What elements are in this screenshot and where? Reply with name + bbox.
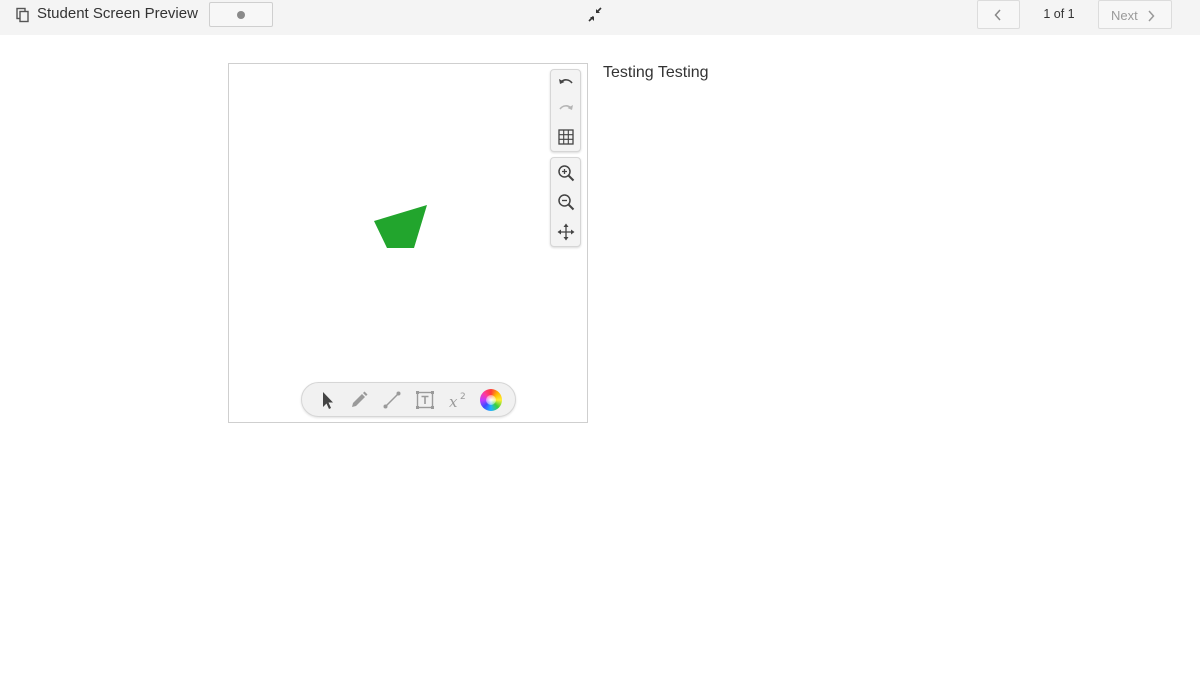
zoom-out-icon[interactable] [555, 191, 577, 213]
top-bar: Student Screen Preview 1 of 1 Next [0, 0, 1200, 35]
move-icon[interactable] [555, 221, 577, 243]
page-title: Student Screen Preview [37, 5, 198, 22]
text-box-icon[interactable] [414, 389, 436, 411]
page-indicator: 1 of 1 [1043, 7, 1075, 21]
math-x-label: x [449, 393, 458, 411]
math-superscript-label: 2 [460, 392, 466, 402]
copy-icon[interactable] [15, 7, 31, 23]
prompt-text: Testing Testing [603, 64, 709, 81]
view-toolbar [550, 157, 581, 247]
next-button[interactable]: Next [1098, 0, 1172, 29]
superscript-icon[interactable]: x 2 [447, 389, 469, 411]
pencil-icon[interactable] [348, 389, 370, 411]
status-toggle[interactable] [209, 2, 273, 27]
drawing-toolbar: x 2 [301, 382, 516, 417]
zoom-in-icon[interactable] [555, 162, 577, 184]
green-shape[interactable] [229, 64, 587, 422]
previous-button[interactable] [977, 0, 1020, 29]
chevron-right-icon [1148, 10, 1155, 22]
history-toolbar [550, 69, 581, 152]
redo-icon[interactable] [555, 99, 577, 121]
collapse-arrows-icon[interactable] [586, 6, 604, 24]
drawing-canvas[interactable]: x 2 [228, 63, 588, 423]
pointer-icon[interactable] [316, 389, 338, 411]
grid-icon[interactable] [555, 126, 577, 148]
color-wheel-icon[interactable] [480, 389, 502, 411]
next-label: Next [1111, 8, 1138, 23]
chevron-left-icon [994, 9, 1001, 21]
line-icon[interactable] [381, 389, 403, 411]
dot-icon [237, 11, 245, 19]
undo-icon[interactable] [555, 73, 577, 95]
